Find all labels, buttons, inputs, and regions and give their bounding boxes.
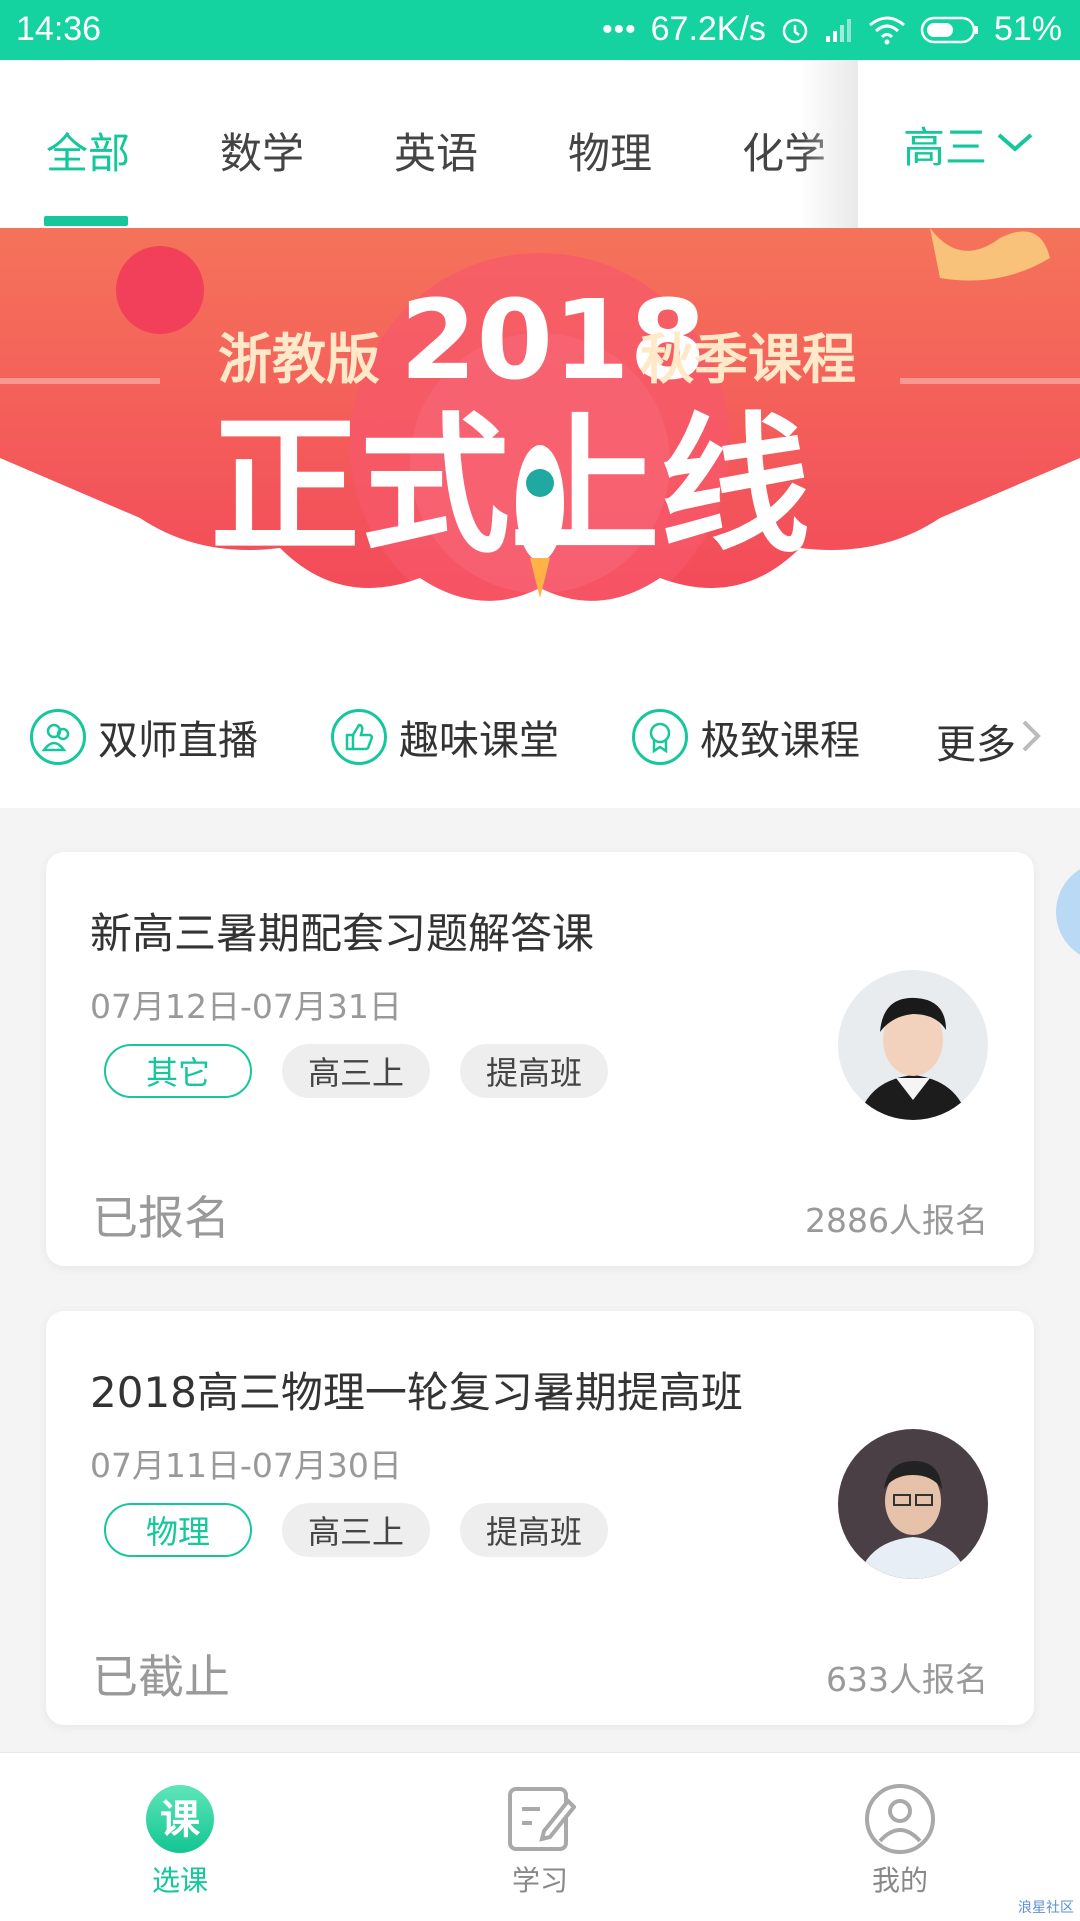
thumbs-up-icon (331, 709, 387, 765)
quick-link-fun-class[interactable]: 趣味课堂 (331, 708, 559, 766)
banner-line1-right: 秋季课程 (640, 328, 856, 391)
grade-selector[interactable]: 高三 (858, 60, 1080, 228)
nav-label: 我的 (871, 1864, 928, 1897)
two-teachers-icon (30, 709, 86, 765)
quick-link-label: 双师直播 (98, 718, 258, 764)
teacher-avatar (838, 1429, 988, 1579)
course-icon: 课 (144, 1783, 216, 1855)
grade-tag: 高三上 (282, 1503, 430, 1557)
subject-tag: 其它 (104, 1044, 252, 1098)
chevron-down-icon (995, 129, 1035, 159)
tab-all[interactable]: 全部 (46, 120, 130, 181)
course-card[interactable]: 新高三暑期配套习题解答课 07月12日-07月31日 其它 高三上 提高班 已报… (46, 852, 1034, 1266)
tab-math[interactable]: 数学 (220, 120, 304, 181)
quick-link-dual-teacher[interactable]: 双师直播 (30, 708, 258, 766)
more-dots-icon: ••• (602, 12, 637, 46)
signal-icon (824, 16, 854, 44)
active-tab-indicator (44, 216, 128, 226)
banner-line2: 正式上线 (210, 400, 810, 574)
network-speed: 67.2K/s (650, 10, 766, 48)
enroll-count: 633人报名 (826, 1660, 988, 1699)
alarm-icon (780, 15, 810, 45)
battery-percent: 51% (993, 10, 1062, 48)
battery-icon (920, 15, 980, 45)
nav-select-course[interactable]: 课 选课 (100, 1783, 260, 1899)
course-icon-text: 课 (160, 1797, 201, 1843)
promo-banner[interactable]: 浙教版 2018 秋季课程 正式上线 (0, 228, 1080, 660)
quick-link-label: 趣味课堂 (399, 718, 559, 764)
grade-tag: 高三上 (282, 1044, 430, 1098)
quick-link-label: 极致课程 (700, 718, 860, 764)
chevron-right-icon (1018, 716, 1044, 766)
status-icons: ••• 67.2K/s 51% (602, 10, 1062, 49)
tab-scroll-fade (800, 60, 860, 228)
course-date: 07月12日-07月31日 (90, 987, 402, 1026)
enroll-count: 2886人报名 (805, 1201, 988, 1240)
user-icon (864, 1783, 936, 1855)
floating-bubble[interactable] (1056, 862, 1080, 962)
more-link[interactable]: 更多 (936, 712, 1044, 770)
award-icon (632, 709, 688, 765)
banner-line1-left: 浙教版 (218, 328, 380, 391)
wifi-icon (868, 15, 906, 45)
nav-profile[interactable]: 我的 (820, 1783, 980, 1899)
more-label: 更多 (936, 722, 1016, 768)
tab-english[interactable]: 英语 (394, 120, 478, 181)
study-icon (504, 1783, 576, 1855)
subject-tab-bar: 全部 数学 英语 物理 化学 高三 (0, 60, 1080, 228)
course-title: 新高三暑期配套习题解答课 (90, 909, 595, 958)
status-time: 14:36 (16, 10, 102, 48)
enroll-status: 已截止 (92, 1650, 230, 1704)
nav-study[interactable]: 学习 (460, 1783, 620, 1899)
course-date: 07月11日-07月30日 (90, 1446, 402, 1485)
quick-links: 双师直播 趣味课堂 极致课程 更多 (0, 660, 1080, 808)
tab-physics[interactable]: 物理 (568, 120, 652, 181)
watermark: 浪星社区 (1018, 1900, 1074, 1916)
status-bar: 14:36 ••• 67.2K/s 51% (0, 0, 1080, 60)
teacher-avatar (838, 970, 988, 1120)
course-tags: 其它 高三上 提高班 (104, 1044, 608, 1098)
nav-label: 学习 (511, 1864, 568, 1897)
subject-tag: 物理 (104, 1503, 252, 1557)
level-tag: 提高班 (460, 1044, 608, 1098)
course-card[interactable]: 2018高三物理一轮复习暑期提高班 07月11日-07月30日 物理 高三上 提… (46, 1311, 1034, 1725)
nav-label: 选课 (151, 1864, 208, 1897)
quick-link-premium-course[interactable]: 极致课程 (632, 708, 860, 766)
bottom-nav: 课 选课 学习 我的 浪星社区 (0, 1752, 1080, 1921)
course-title: 2018高三物理一轮复习暑期提高班 (90, 1368, 743, 1417)
grade-label: 高三 (902, 122, 987, 172)
level-tag: 提高班 (460, 1503, 608, 1557)
course-tags: 物理 高三上 提高班 (104, 1503, 608, 1557)
enroll-status: 已报名 (92, 1191, 230, 1245)
